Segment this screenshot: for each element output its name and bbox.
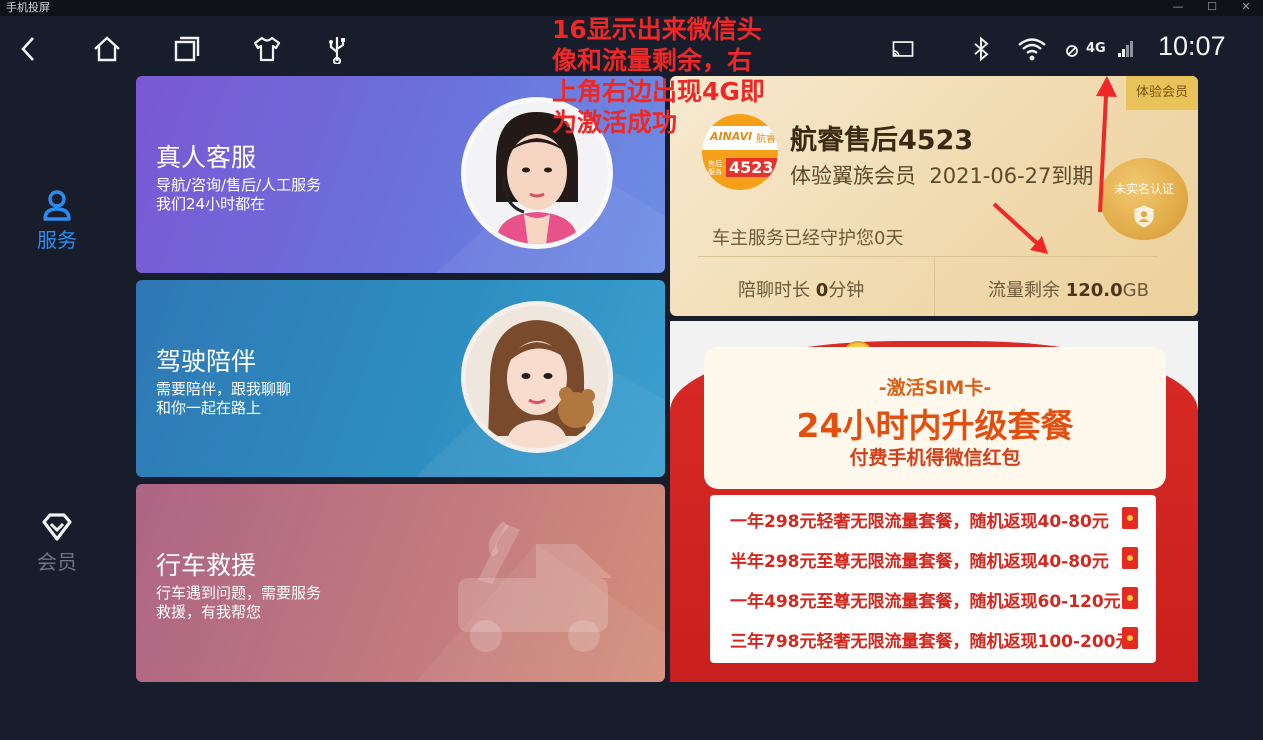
network-type-label: 4G xyxy=(1086,41,1106,56)
card-subtitle-line: 我们24小时都在 xyxy=(156,195,266,213)
brand-logo-id: 4523 xyxy=(726,158,777,177)
diamond-icon xyxy=(40,510,74,544)
nav-item-label: 会员 xyxy=(37,550,77,574)
nav-item-service[interactable]: 服务 xyxy=(14,188,100,253)
window-controls: — ☐ ✕ xyxy=(1161,0,1263,16)
member-expiry: 2021-06-27到期 xyxy=(929,164,1094,188)
service-card-roadside-rescue[interactable]: 行车救援 行车遇到问题，需要服务 救援，有我帮您 xyxy=(136,484,665,682)
card-subtitle: 需要陪伴，跟我聊聊 和你一起在路上 xyxy=(156,380,396,418)
card-title: 驾驶陪伴 xyxy=(156,347,257,376)
offer-item[interactable]: 半年298元至尊无限流量套餐，随机返现40-80元 xyxy=(730,547,1109,572)
card-subtitle: 行车遇到问题，需要服务 救援，有我帮您 xyxy=(156,584,396,622)
data-remaining-unit: GB xyxy=(1122,280,1149,301)
promo-small-title: -激活SIM卡- xyxy=(878,377,992,399)
member-tier-tag: 体验会员 xyxy=(1126,76,1198,110)
maximize-button[interactable]: ☐ xyxy=(1195,0,1229,16)
verification-badge-label: 未实名认证 xyxy=(1113,182,1174,196)
screen-mirror-window: 手机投屏 — ☐ ✕ 4G 10:07 服务 会员 真人客服 导航/咨询/售后/… xyxy=(0,0,1263,740)
bluetooth-icon xyxy=(968,34,994,64)
annotation-line: 上角右边出现4G即 xyxy=(552,77,765,106)
promo-offer-list: 一年298元轻奢无限流量套餐，随机返现40-80元 半年298元至尊无限流量套餐… xyxy=(710,495,1156,663)
red-envelope-icon xyxy=(1122,547,1138,569)
member-plan-line: 体验翼族会员 2021-06-27到期 xyxy=(790,160,1093,190)
card-subtitle-line: 需要陪伴，跟我聊聊 xyxy=(156,380,292,398)
data-remaining-stat: 流量剩余 120.0GB xyxy=(988,276,1149,302)
promo-headline-card: -激活SIM卡- 24小时内升级套餐 付费手机得微信红包 xyxy=(704,347,1166,489)
chat-duration-unit: 分钟 xyxy=(828,280,865,301)
card-title: 真人客服 xyxy=(156,143,257,172)
minimize-button[interactable]: — xyxy=(1161,0,1195,16)
verification-badge[interactable]: 未实名认证 xyxy=(1100,158,1188,240)
member-plan: 体验翼族会员 xyxy=(790,164,916,188)
back-icon[interactable] xyxy=(14,34,44,64)
offer-item[interactable]: 一年298元轻奢无限流量套餐，随机返现40-80元 xyxy=(730,507,1109,532)
divider xyxy=(698,256,1158,257)
home-icon[interactable] xyxy=(92,34,122,64)
card-subtitle-line: 行车遇到问题，需要服务 xyxy=(156,584,322,602)
window-title: 手机投屏 xyxy=(6,1,50,14)
annotation-line: 16显示出来微信头 xyxy=(552,15,762,44)
cast-icon xyxy=(890,34,916,64)
brand-logo-service: 售后服务 xyxy=(708,160,722,176)
member-name: 航睿售后4523 xyxy=(790,125,974,156)
user-icon xyxy=(40,188,74,222)
tow-truck-icon xyxy=(416,521,665,682)
chat-duration-value: 0 xyxy=(815,280,829,301)
cellular-signal-icon: 4G xyxy=(1064,34,1134,64)
recent-apps-icon[interactable] xyxy=(172,34,202,64)
offer-item[interactable]: 三年798元轻奢无限流量套餐，随机返现100-200元 xyxy=(730,627,1133,652)
card-subtitle: 导航/咨询/售后/人工服务 我们24小时都在 xyxy=(156,176,396,214)
annotation-line: 为激活成功 xyxy=(552,108,678,137)
annotation-text: 16显示出来微信头 像和流量剩余，右 上角右边出现4G即 为激活成功 xyxy=(552,14,802,138)
promo-subtitle: 付费手机得微信红包 xyxy=(849,447,1021,469)
annotation-line: 像和流量剩余，右 xyxy=(552,46,753,75)
wifi-icon xyxy=(1016,34,1048,64)
sim-activation-promo-banner[interactable]: -激活SIM卡- 24小时内升级套餐 付费手机得微信红包 一年298元轻奢无限流… xyxy=(670,321,1198,682)
red-envelope-icon xyxy=(1122,587,1138,609)
data-remaining-value: 120.0 xyxy=(1065,280,1123,301)
chat-duration-stat: 陪聊时长 0分钟 xyxy=(738,276,864,302)
shield-icon xyxy=(1134,205,1154,228)
card-subtitle-line: 救援，有我帮您 xyxy=(156,603,262,621)
shirt-icon[interactable] xyxy=(252,34,282,64)
guard-days-text: 车主服务已经守护您0天 xyxy=(712,228,904,249)
usb-icon[interactable] xyxy=(322,34,352,66)
nav-item-label: 服务 xyxy=(37,228,77,252)
red-envelope-icon xyxy=(1122,627,1138,649)
companion-avatar xyxy=(461,301,613,453)
promo-main-title: 24小时内升级套餐 xyxy=(796,406,1074,445)
offer-item[interactable]: 一年498元至尊无限流量套餐，随机返现60-120元 xyxy=(730,587,1121,612)
nav-item-member[interactable]: 会员 xyxy=(14,510,100,575)
card-subtitle-line: 导航/咨询/售后/人工服务 xyxy=(156,176,322,194)
service-card-driving-companion[interactable]: 驾驶陪伴 需要陪伴，跟我聊聊 和你一起在路上 xyxy=(136,280,665,477)
card-subtitle-line: 和你一起在路上 xyxy=(156,399,262,417)
card-title: 行车救援 xyxy=(156,551,257,580)
clock: 10:07 xyxy=(1158,31,1226,61)
close-button[interactable]: ✕ xyxy=(1229,0,1263,16)
divider xyxy=(934,258,935,316)
data-remaining-label: 流量剩余 xyxy=(988,280,1066,301)
red-envelope-icon xyxy=(1122,507,1138,529)
chat-duration-label: 陪聊时长 xyxy=(738,280,816,301)
